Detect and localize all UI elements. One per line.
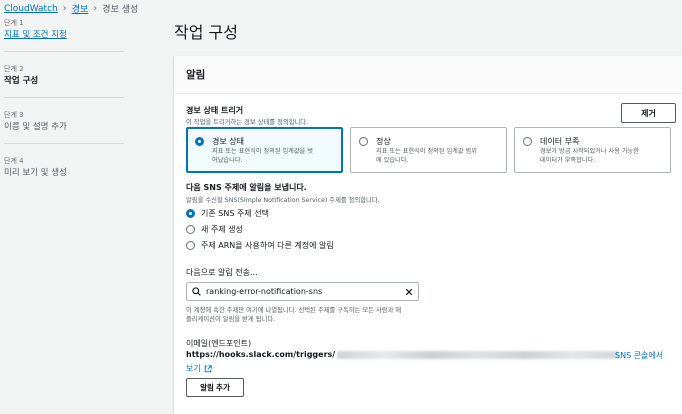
tile-desc: 경보가 방금 시작되었거나 사용 가능한 <box>540 148 639 155</box>
chevron-right-icon: › <box>93 3 98 14</box>
alarm-state-tiles: 경보 상태 지표 또는 표현식이 정의된 임계값을 벗 어났습니다. 정상 지표… <box>186 127 671 173</box>
radio-existing-topic[interactable]: 기존 SNS 주제 선택 <box>186 208 269 219</box>
view-in-sns-console-link[interactable]: SNS 콘솔에서 <box>615 350 663 361</box>
trigger-description: 이 작업을 트리거하는 경보 상태를 정의합니다. <box>186 119 309 126</box>
breadcrumb-alarms-link[interactable]: 경보 <box>72 2 89 15</box>
tile-desc: 에 있습니다. <box>376 157 409 164</box>
step-number: 단계 4 <box>4 157 24 165</box>
radio-icon <box>523 137 532 146</box>
step-2-label: 작업 구성 <box>4 76 39 86</box>
step-4-label: 미리 보기 및 생성 <box>4 168 67 178</box>
email-endpoint-label: 이메일(엔드포인트) <box>186 339 252 348</box>
step-number: 단계 3 <box>4 111 24 119</box>
tile-title: 경보 상태 <box>212 137 244 146</box>
tile-desc: 지표 또는 표현식이 정의된 임계값 범위 <box>376 148 477 155</box>
step-number: 단계 2 <box>4 65 24 73</box>
radio-new-topic[interactable]: 새 주제 생성 <box>186 224 243 235</box>
add-notification-button[interactable]: 알림 추가 <box>186 378 244 397</box>
tile-desc: 데이터가 부족합니다. <box>540 157 596 164</box>
step-1-link[interactable]: 지표 및 조건 지정 <box>4 29 124 42</box>
remove-button[interactable]: 제거 <box>621 103 676 123</box>
breadcrumb-current: 경보 생성 <box>102 5 139 15</box>
topic-hint-line-1: 이 계정에 속한 주제만 여기에 나열됩니다. 선택된 주제를 구독하는 모든 … <box>186 307 402 314</box>
chevron-right-icon: › <box>62 3 67 14</box>
panel-title: 알림 <box>174 56 682 94</box>
notification-panel: 알림 경보 상태 트리거 이 작업을 트리거하는 경보 상태를 정의합니다. 제… <box>174 56 682 414</box>
radio-selected-icon <box>195 137 204 146</box>
radio-label: 주제 ARN을 사용하여 다른 계정에 알림 <box>201 241 334 250</box>
sns-description: 알림을 수신할 SNS(Simple Notification Service)… <box>186 197 380 204</box>
topic-search-input[interactable]: ranking-error-notification-sns <box>186 282 419 301</box>
radio-icon <box>186 241 195 250</box>
redacted-endpoint <box>337 350 620 359</box>
external-link-icon <box>204 364 212 372</box>
radio-topic-arn[interactable]: 주제 ARN을 사용하여 다른 계정에 알림 <box>186 240 334 251</box>
radio-icon <box>186 225 195 234</box>
breadcrumb-cloudwatch-link[interactable]: CloudWatch <box>4 4 58 14</box>
view-in-sns-console-link-cont[interactable]: 보기 <box>186 363 212 374</box>
step-3-label: 이름 및 설명 추가 <box>4 122 67 132</box>
email-endpoint-value: https://hooks.slack.com/triggers/ <box>186 350 620 359</box>
radio-selected-icon <box>186 209 195 218</box>
console-link-text: 보기 <box>186 364 201 373</box>
endpoint-url-prefix: https://hooks.slack.com/triggers/ <box>186 350 336 359</box>
step-1: 단계 1 지표 및 조건 지정 <box>4 18 124 52</box>
step-4: 단계 4 미리 보기 및 생성 <box>4 156 124 189</box>
trigger-label: 경보 상태 트리거 <box>186 106 244 115</box>
tile-insufficient-data[interactable]: 데이터 부족 경보가 방금 시작되었거나 사용 가능한 데이터가 부족합니다. <box>514 127 671 173</box>
search-icon <box>192 287 201 296</box>
send-to-label: 다음으로 알림 전송... <box>186 268 258 277</box>
tile-title: 데이터 부족 <box>540 137 580 146</box>
sns-label: 다음 SNS 주제에 알림을 보냅니다. <box>186 183 307 192</box>
radio-label: 기존 SNS 주제 선택 <box>201 209 269 218</box>
topic-search-value: ranking-error-notification-sns <box>206 287 323 296</box>
tile-title: 정상 <box>376 137 391 146</box>
step-number: 단계 1 <box>4 19 24 27</box>
wizard-steps: 단계 1 지표 및 조건 지정 단계 2 작업 구성 단계 3 이름 및 설명 … <box>4 18 124 201</box>
step-2: 단계 2 작업 구성 <box>4 64 124 98</box>
tile-desc: 지표 또는 표현식이 정의된 임계값을 벗 <box>212 148 313 155</box>
topic-hint-line-2: 플리케이션이 알림을 받게 됩니다. <box>186 316 276 323</box>
step-3: 단계 3 이름 및 설명 추가 <box>4 110 124 144</box>
breadcrumb: CloudWatch › 경보 › 경보 생성 <box>4 2 138 15</box>
radio-label: 새 주제 생성 <box>201 225 243 234</box>
tile-in-alarm[interactable]: 경보 상태 지표 또는 표현식이 정의된 임계값을 벗 어났습니다. <box>186 127 343 173</box>
clear-icon[interactable] <box>405 288 413 296</box>
radio-icon <box>359 137 368 146</box>
tile-ok[interactable]: 정상 지표 또는 표현식이 정의된 임계값 범위 에 있습니다. <box>350 127 507 173</box>
page-title: 작업 구성 <box>174 23 238 42</box>
tile-desc: 어났습니다. <box>212 157 243 164</box>
